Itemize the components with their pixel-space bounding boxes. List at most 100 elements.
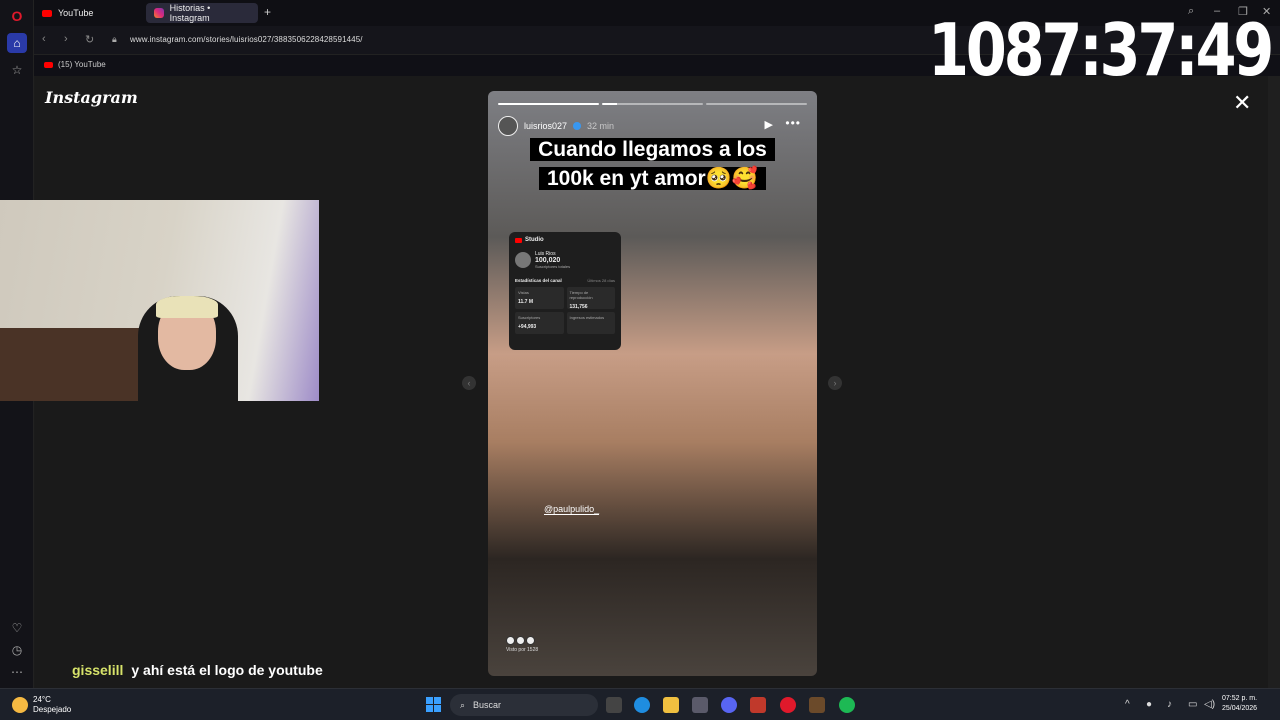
weather-desc: Despejado xyxy=(33,705,72,714)
story-header: luisrios027 32 min xyxy=(498,116,614,136)
back-icon[interactable]: ‹ xyxy=(42,33,46,45)
volume-icon[interactable]: ◁) xyxy=(1204,699,1215,710)
stat-label: Tiempo de reproducción xyxy=(569,290,593,300)
instagram-icon xyxy=(154,8,164,18)
microphone-icon[interactable]: ♪ xyxy=(1167,699,1172,710)
more-options-icon[interactable]: ••• xyxy=(785,116,801,130)
viewer-avatar xyxy=(516,636,525,645)
studio-header: Studio xyxy=(515,237,615,243)
webcam-sofa xyxy=(0,328,140,401)
clock-date: 25/04/2026 xyxy=(1222,705,1258,712)
history-icon[interactable]: ◷ xyxy=(7,640,27,660)
heart-icon[interactable]: ♡ xyxy=(7,618,27,638)
home-icon[interactable]: ⌂ xyxy=(7,33,27,53)
tray-chevron-icon[interactable]: ^ xyxy=(1125,699,1130,710)
story-viewers[interactable]: Visto por 1528 xyxy=(506,636,538,653)
story-time: 32 min xyxy=(587,121,615,131)
stat-card: Suscriptores +94,993 xyxy=(515,312,564,334)
youtube-icon xyxy=(515,237,522,243)
play-icon[interactable]: ▶ xyxy=(765,118,773,131)
subscriber-label: Suscriptores totales xyxy=(535,264,571,269)
webcam-overlay xyxy=(0,200,319,401)
tab-label: YouTube xyxy=(58,8,94,18)
studio-title: Studio xyxy=(525,237,544,243)
search-placeholder: Buscar xyxy=(473,700,502,710)
tab-instagram[interactable]: Historias • Instagram xyxy=(146,3,258,23)
url-field[interactable]: www.instagram.com/stories/luisrios027/38… xyxy=(130,35,363,44)
viewer-avatars xyxy=(506,636,538,645)
next-story-icon[interactable]: › xyxy=(828,376,842,390)
stat-card: Ingresos estimados xyxy=(566,312,615,334)
instagram-logo[interactable]: Instagram xyxy=(45,88,138,107)
viewer-avatar xyxy=(526,636,535,645)
progress-segment xyxy=(498,103,599,105)
story-username[interactable]: luisrios027 xyxy=(524,121,567,131)
weather-icon[interactable] xyxy=(12,697,28,713)
windows-start-icon[interactable] xyxy=(426,697,441,712)
file-explorer-icon[interactable] xyxy=(663,697,679,713)
stats-range: Últimos 28 días xyxy=(587,278,615,283)
forward-icon[interactable]: › xyxy=(64,33,68,45)
youtube-icon xyxy=(42,9,52,17)
star-icon[interactable]: ☆ xyxy=(7,60,27,80)
youtube-icon xyxy=(44,61,53,68)
spotify-icon[interactable] xyxy=(839,697,855,713)
bookmark-youtube[interactable]: (15) YouTube xyxy=(44,60,106,69)
webcam-hair xyxy=(156,296,218,318)
subscriber-count: 100,020 xyxy=(535,257,561,264)
avatar[interactable] xyxy=(498,116,518,136)
stat-card: Tiempo de reproducción 131,756 xyxy=(566,287,615,310)
verified-icon xyxy=(573,122,582,130)
story-viewer[interactable]: luisrios027 32 min ▶ ••• Cuando llegamos… xyxy=(488,91,817,676)
channel-avatar xyxy=(515,252,531,268)
tab-youtube[interactable]: YouTube xyxy=(34,3,144,23)
reload-icon[interactable]: ↻ xyxy=(85,33,94,46)
opera-taskbar-icon[interactable] xyxy=(780,697,796,713)
clock-time: 07:52 p. m. xyxy=(1222,695,1258,702)
weather-temp: 24°C xyxy=(33,695,51,704)
store-icon[interactable] xyxy=(692,697,708,713)
close-story-icon[interactable]: ✕ xyxy=(1233,92,1251,114)
stat-label: Ingresos estimados xyxy=(569,315,605,320)
progress-segment xyxy=(706,103,807,105)
caption-text: Cuando llegamos a los 100k en yt amor🥺🥰 xyxy=(530,138,775,190)
app-icon[interactable] xyxy=(809,697,825,713)
screen: O ⌂ ☆ ♡ ◷ ⋯ YouTube Historias • Instagra… xyxy=(0,0,1280,720)
stats-section: Estadísticas del canal Últimos 28 días xyxy=(515,278,615,283)
stat-label: Vistas xyxy=(518,290,529,295)
stream-timer: 1087:37:49 xyxy=(928,8,1274,92)
opera-logo-icon[interactable]: O xyxy=(7,6,27,26)
weather-widget[interactable]: 24°C Despejado xyxy=(33,695,71,715)
scrollbar[interactable] xyxy=(1268,76,1280,688)
taskbar: 24°C Despejado ⌕ Buscar ^ ● ♪ ▭ ◁) 07:52… xyxy=(0,688,1280,720)
yt-studio-card: Studio Luis Rios 100,020 Suscriptores to… xyxy=(509,232,621,350)
stat-value: 11.7 M xyxy=(518,299,534,305)
taskbar-search[interactable]: ⌕ Buscar xyxy=(450,694,598,716)
stat-label: Suscriptores xyxy=(518,315,541,320)
task-view-icon[interactable] xyxy=(606,697,622,713)
story-caption: Cuando llegamos a los 100k en yt amor🥺🥰 xyxy=(510,135,795,193)
story-mention[interactable]: @paulpulido_ xyxy=(544,504,600,515)
stats-title: Estadísticas del canal xyxy=(515,278,562,283)
taskbar-clock[interactable]: 07:52 p. m. 25/04/2026 xyxy=(1222,694,1257,714)
previous-story-icon[interactable]: ‹ xyxy=(462,376,476,390)
network-icon[interactable]: ▭ xyxy=(1188,699,1197,710)
chat-text: y ahí está el logo de youtube xyxy=(131,662,323,678)
tray-app-icon[interactable]: ● xyxy=(1146,699,1152,710)
viewers-count: Visto por 1528 xyxy=(506,647,539,653)
edge-icon[interactable] xyxy=(634,697,650,713)
story-progress xyxy=(498,103,807,105)
chat-username: gisselill xyxy=(72,662,124,678)
progress-segment xyxy=(602,103,703,105)
more-icon[interactable]: ⋯ xyxy=(7,662,27,682)
new-tab-button[interactable]: + xyxy=(264,5,271,19)
viewer-avatar xyxy=(506,636,515,645)
chat-message: gisselill y ahí está el logo de youtube xyxy=(72,662,323,678)
studio-channel: Luis Rios 100,020 Suscriptores totales xyxy=(515,251,615,269)
tab-label: Historias • Instagram xyxy=(169,3,211,23)
stat-value: 131,756 xyxy=(569,304,588,310)
discord-icon[interactable] xyxy=(721,697,737,713)
app-icon[interactable] xyxy=(750,697,766,713)
bookmark-label: (15) YouTube xyxy=(58,60,106,69)
stat-value: +94,993 xyxy=(518,324,537,330)
